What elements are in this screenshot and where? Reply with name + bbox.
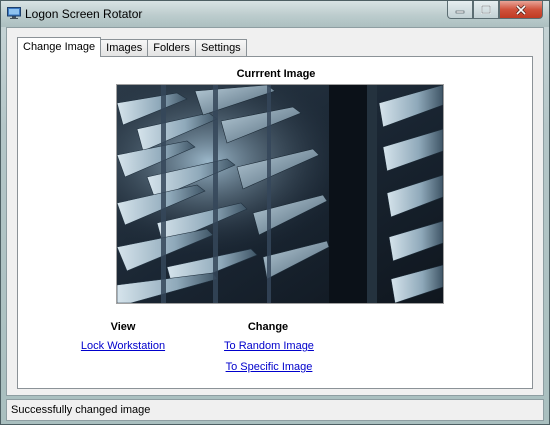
close-button[interactable] (499, 1, 543, 19)
monitor-icon (7, 7, 21, 19)
tab-strip: Change Image Images Folders Settings (17, 37, 247, 57)
tab-settings[interactable]: Settings (194, 39, 247, 56)
current-image-heading: Currrent Image (236, 68, 316, 80)
maximize-button[interactable] (473, 1, 499, 19)
change-heading: Change (247, 321, 289, 333)
caption-buttons (447, 1, 543, 20)
tab-images[interactable]: Images (100, 39, 149, 56)
tab-folders[interactable]: Folders (147, 39, 196, 56)
current-image-preview (116, 84, 444, 304)
status-text: Successfully changed image (11, 404, 151, 416)
status-bar: Successfully changed image (6, 399, 544, 421)
view-heading: View (110, 321, 136, 333)
window-title: Logon Screen Rotator (25, 7, 143, 21)
lock-workstation-link[interactable]: Lock Workstation (76, 340, 170, 352)
close-icon (515, 4, 527, 15)
change-image-panel: Currrent Image View Lock Workstation Cha… (17, 56, 533, 389)
tab-change-image[interactable]: Change Image (17, 37, 102, 57)
maximize-icon (481, 5, 491, 14)
specific-image-link[interactable]: To Specific Image (214, 361, 324, 373)
app-window: Logon Screen Rotator Change Image Images… (0, 0, 550, 425)
turbine-blades-image (117, 85, 443, 303)
minimize-button[interactable] (447, 1, 473, 19)
minimize-icon (455, 10, 465, 13)
client-area: Change Image Images Folders Settings Cur… (6, 27, 544, 396)
random-image-link[interactable]: To Random Image (214, 340, 324, 352)
title-bar[interactable]: Logon Screen Rotator (1, 1, 549, 27)
